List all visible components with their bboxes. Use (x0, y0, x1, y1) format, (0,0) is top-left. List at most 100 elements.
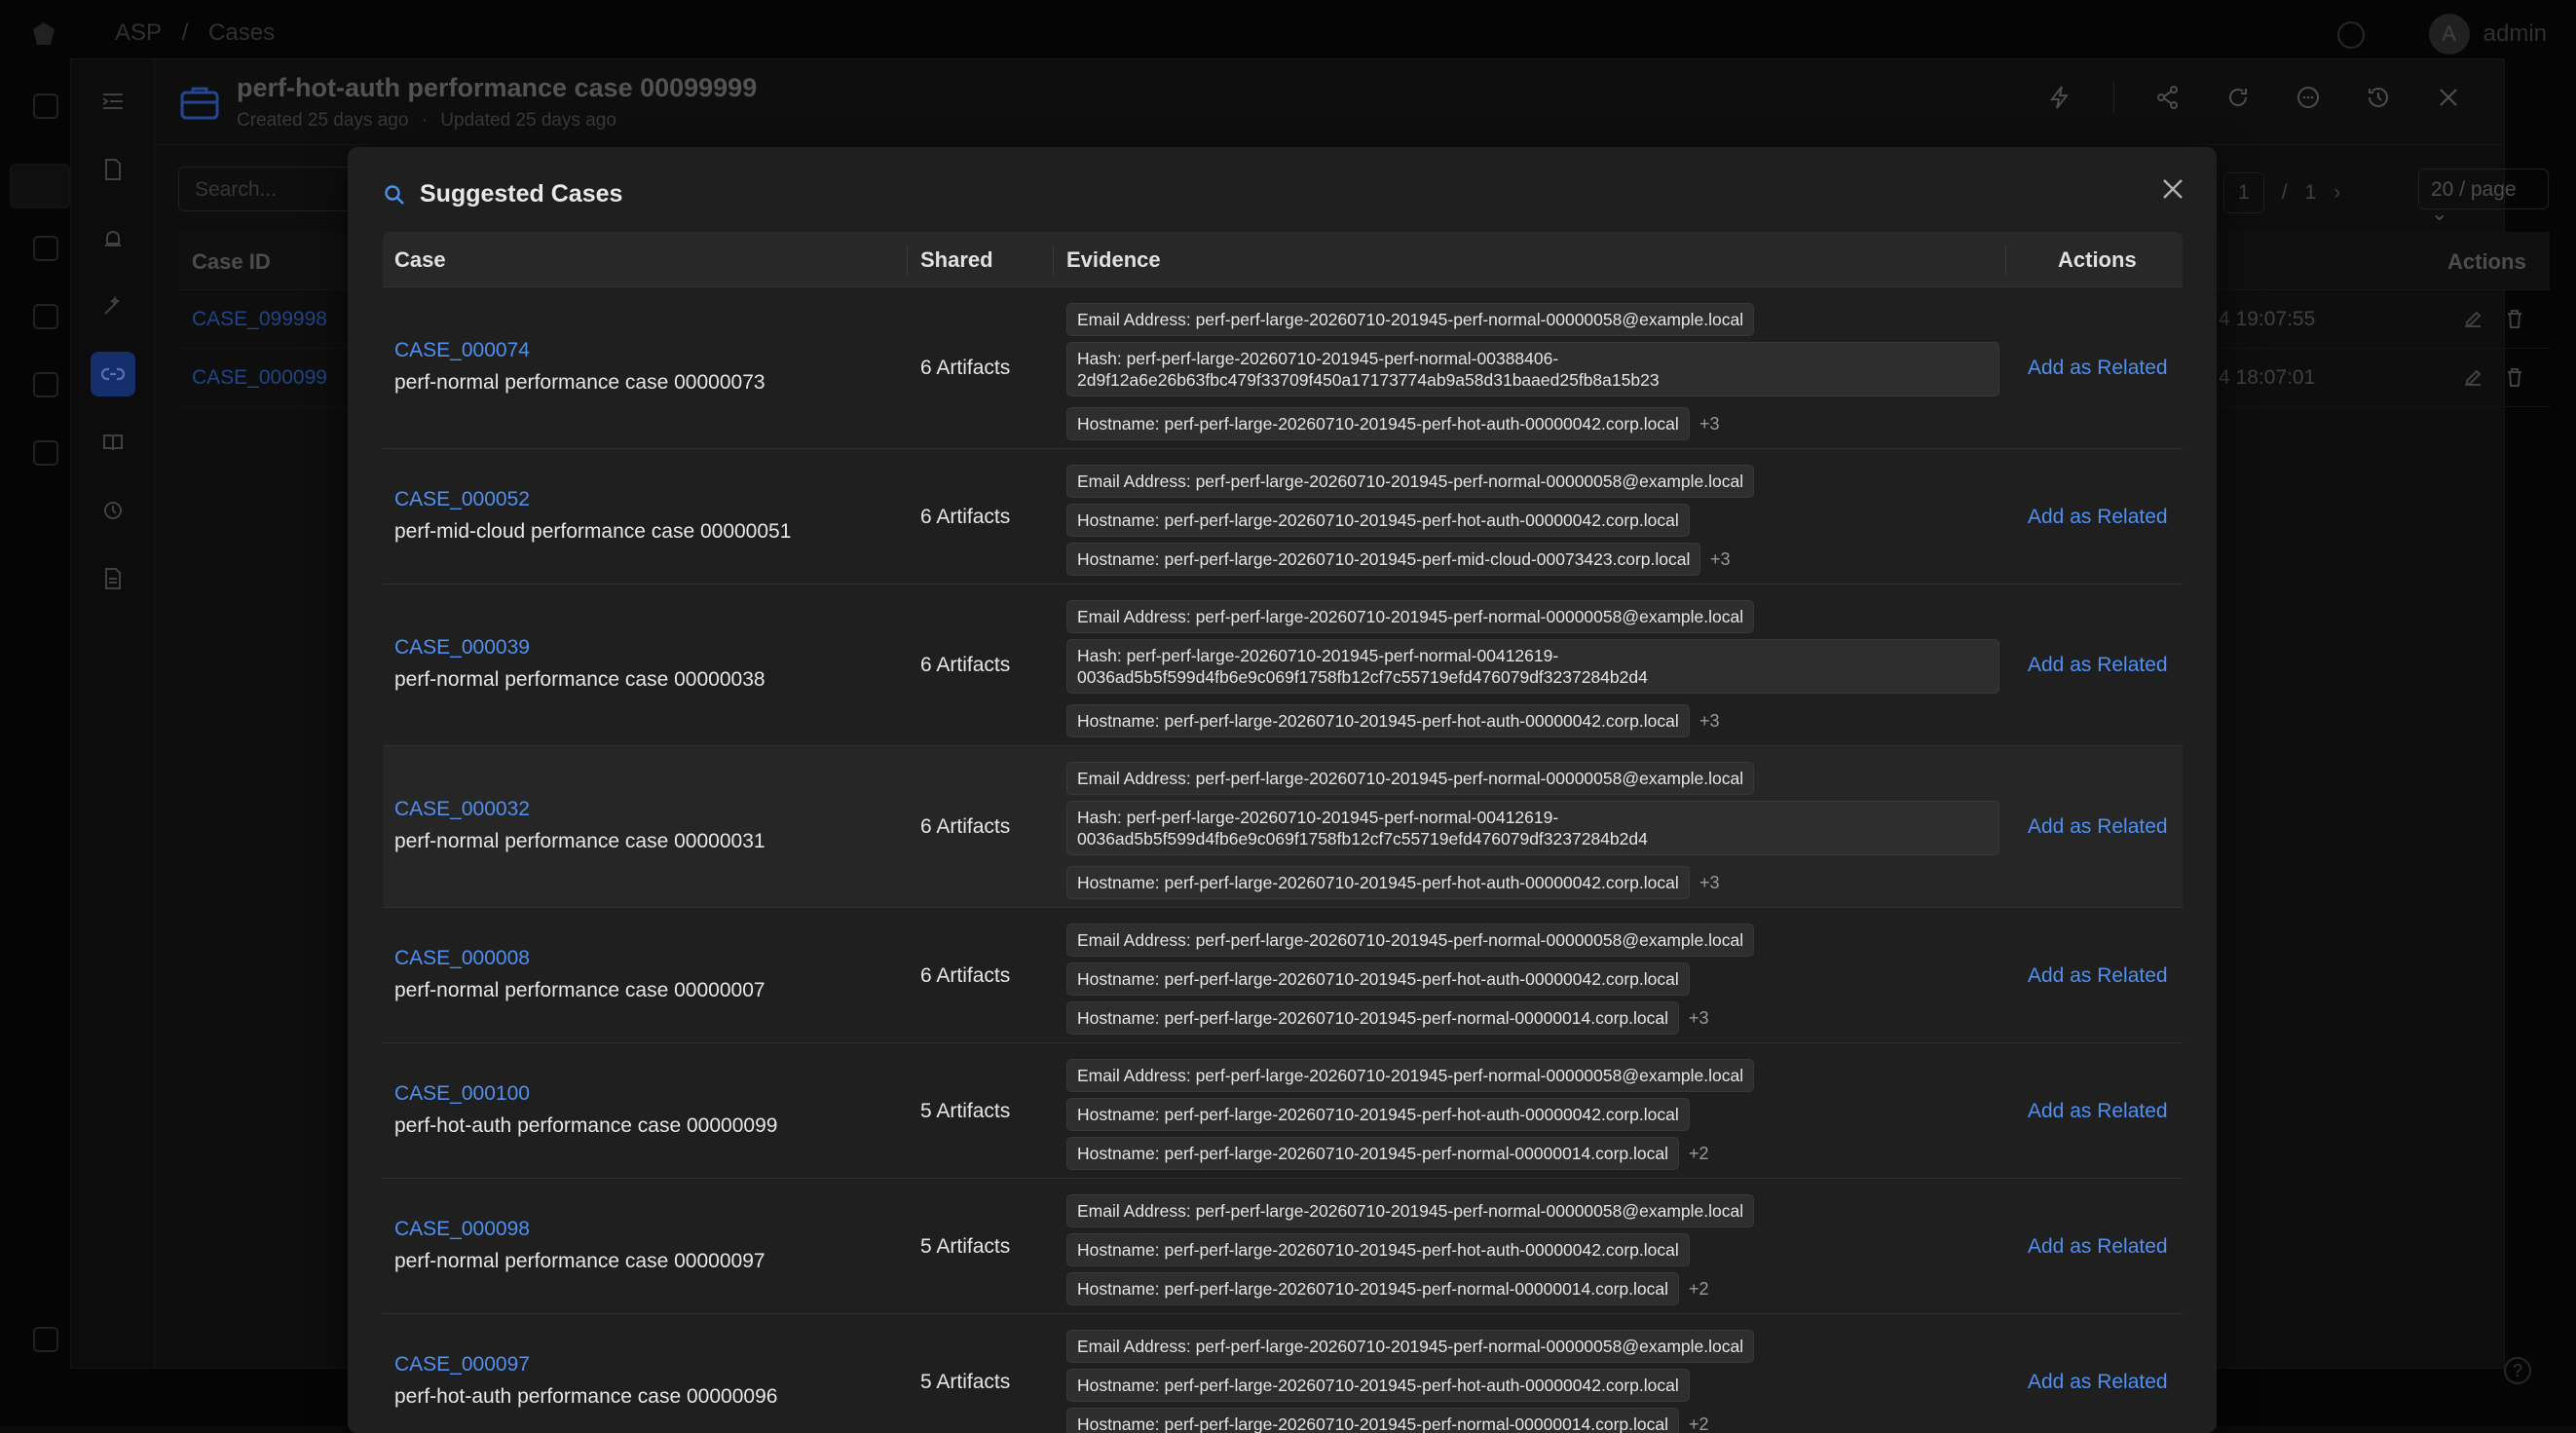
nav-reports-icon[interactable] (33, 440, 58, 466)
col-shared: Shared (920, 247, 993, 272)
more-evidence-count[interactable]: +3 (1699, 873, 1720, 893)
case-time: 4 18:07:01 (2219, 366, 2316, 389)
evidence-tag: Hash: perf-perf-large-20260710-201945-pe… (1066, 639, 1999, 694)
evidence-tag: Hostname: perf-perf-large-20260710-20194… (1066, 704, 1690, 737)
delete-icon[interactable] (2504, 366, 2525, 388)
table-header: Case Shared Evidence Actions (383, 232, 2183, 287)
case-id-link[interactable]: CASE_000074 (394, 339, 530, 362)
playbook-book-icon[interactable] (91, 420, 135, 465)
pager-separator: / (2281, 181, 2288, 204)
shared-count: 6 Artifacts (920, 505, 1011, 528)
table-row: CASE_000032 perf-normal performance case … (383, 746, 2183, 908)
delete-icon[interactable] (2504, 308, 2525, 329)
breadcrumb-separator: / (181, 19, 189, 46)
close-icon[interactable] (2156, 172, 2189, 206)
evidence-tag: Hash: perf-perf-large-20260710-201945-pe… (1066, 801, 1999, 855)
chevron-down-icon: ⌄ (2431, 203, 2448, 225)
evidence-tag: Hostname: perf-perf-large-20260710-20194… (1066, 1137, 1680, 1170)
more-evidence-count[interactable]: +3 (1699, 414, 1720, 434)
edit-icon[interactable] (2462, 366, 2483, 388)
more-evidence-count[interactable]: +2 (1689, 1414, 1709, 1433)
add-as-related-button[interactable]: Add as Related (2028, 1235, 2168, 1259)
evidence-list: Email Address: perf-perf-large-20260710-… (1066, 1314, 1999, 1433)
add-as-related-button[interactable]: Add as Related (2028, 506, 2168, 529)
case-id-link[interactable]: CASE_000039 (394, 636, 530, 660)
magic-wand-icon[interactable] (91, 283, 135, 328)
evidence-tag: Hostname: perf-perf-large-20260710-20194… (1066, 1272, 1680, 1305)
pager-current[interactable]: 1 (2223, 172, 2264, 213)
menu-collapse-icon[interactable] (91, 79, 135, 124)
evidence-tag: Email Address: perf-perf-large-20260710-… (1066, 600, 1755, 633)
case-id-link[interactable]: CASE_000008 (394, 947, 530, 970)
nav-alerts-icon[interactable] (33, 236, 58, 261)
refresh-icon[interactable] (2221, 81, 2255, 114)
add-as-related-button[interactable]: Add as Related (2028, 1100, 2168, 1123)
table-row: CASE_000008 perf-normal performance case … (383, 908, 2183, 1043)
help-icon[interactable] (2337, 21, 2365, 49)
case-id-link[interactable]: CASE_000052 (394, 488, 530, 511)
pager-total: 1 (2304, 181, 2317, 204)
share-icon[interactable] (2151, 81, 2184, 114)
case-id-link[interactable]: CASE_000100 (394, 1082, 530, 1106)
shared-count: 5 Artifacts (920, 1370, 1011, 1393)
case-id-link[interactable]: CASE_000032 (394, 798, 530, 821)
evidence-tag: Email Address: perf-perf-large-20260710-… (1066, 1330, 1755, 1363)
help-question-icon[interactable]: ? (2504, 1357, 2531, 1384)
col-actions: Actions (2447, 249, 2526, 274)
briefcase-icon (180, 87, 219, 120)
report-document-icon[interactable] (91, 556, 135, 601)
nav-knowledge-icon[interactable] (33, 304, 58, 329)
column-divider (1053, 245, 1054, 275)
close-drawer-icon[interactable] (2432, 81, 2465, 114)
more-evidence-count[interactable]: +2 (1689, 1144, 1709, 1164)
col-case-id[interactable]: Case ID (192, 249, 271, 275)
page-size-select[interactable]: 20 / page ⌄ (2418, 169, 2549, 225)
shared-count: 6 Artifacts (920, 963, 1011, 987)
alerts-siren-icon[interactable] (91, 215, 135, 260)
details-document-icon[interactable] (91, 147, 135, 192)
evidence-list: Email Address: perf-perf-large-20260710-… (1066, 908, 1999, 1043)
evidence-tag: Email Address: perf-perf-large-20260710-… (1066, 762, 1755, 795)
evidence-tag: Hostname: perf-perf-large-20260710-20194… (1066, 1098, 1690, 1131)
add-as-related-button[interactable]: Add as Related (2028, 815, 2168, 839)
lightning-icon[interactable] (2043, 81, 2076, 114)
breadcrumb-item-cases[interactable]: Cases (208, 19, 275, 46)
col-actions: Actions (2058, 247, 2137, 272)
breadcrumb-item-asp[interactable]: ASP (115, 19, 162, 46)
comment-icon[interactable] (2292, 81, 2325, 114)
breadcrumb: ASP / Cases (115, 19, 288, 47)
table-row: CASE_000100 perf-hot-auth performance cas… (383, 1043, 2183, 1179)
table-row: CASE_000074 perf-normal performance case … (383, 287, 2183, 449)
meta-separator: · (421, 110, 429, 131)
col-evidence: Evidence (1066, 247, 1161, 272)
related-link-icon[interactable] (91, 352, 135, 396)
nav-dashboard-icon[interactable] (33, 94, 58, 119)
more-evidence-count[interactable]: +3 (1689, 1008, 1709, 1029)
case-id-link[interactable]: CASE_099998 (192, 308, 327, 331)
add-as-related-button[interactable]: Add as Related (2028, 357, 2168, 380)
evidence-list: Email Address: perf-perf-large-20260710-… (1066, 746, 1999, 908)
shared-count: 6 Artifacts (920, 815, 1011, 838)
add-as-related-button[interactable]: Add as Related (2028, 654, 2168, 677)
evidence-tag: Hostname: perf-perf-large-20260710-20194… (1066, 1408, 1680, 1433)
more-evidence-count[interactable]: +3 (1699, 711, 1720, 732)
timeline-icon[interactable] (91, 488, 135, 533)
pager-next-icon[interactable]: › (2333, 181, 2340, 205)
edit-icon[interactable] (2462, 308, 2483, 329)
case-id-link[interactable]: CASE_000097 (394, 1353, 530, 1376)
more-evidence-count[interactable]: +2 (1689, 1279, 1709, 1300)
history-icon[interactable] (2362, 81, 2395, 114)
nav-collapse-icon[interactable] (33, 1327, 58, 1352)
nav-playbooks-icon[interactable] (33, 372, 58, 397)
add-as-related-button[interactable]: Add as Related (2028, 1371, 2168, 1394)
user-menu[interactable]: A admin (2428, 14, 2547, 55)
pager: 1 / 1 › (2223, 172, 2340, 213)
add-as-related-button[interactable]: Add as Related (2028, 964, 2168, 988)
nav-cases-icon[interactable] (10, 164, 70, 208)
more-evidence-count[interactable]: +3 (1710, 549, 1731, 570)
case-id-link[interactable]: CASE_000099 (192, 366, 327, 390)
table-row: CASE_000098 perf-normal performance case … (383, 1179, 2183, 1314)
user-name: admin (2483, 20, 2547, 47)
case-name: perf-normal performance case 00000007 (394, 978, 765, 1001)
case-id-link[interactable]: CASE_000098 (394, 1218, 530, 1241)
